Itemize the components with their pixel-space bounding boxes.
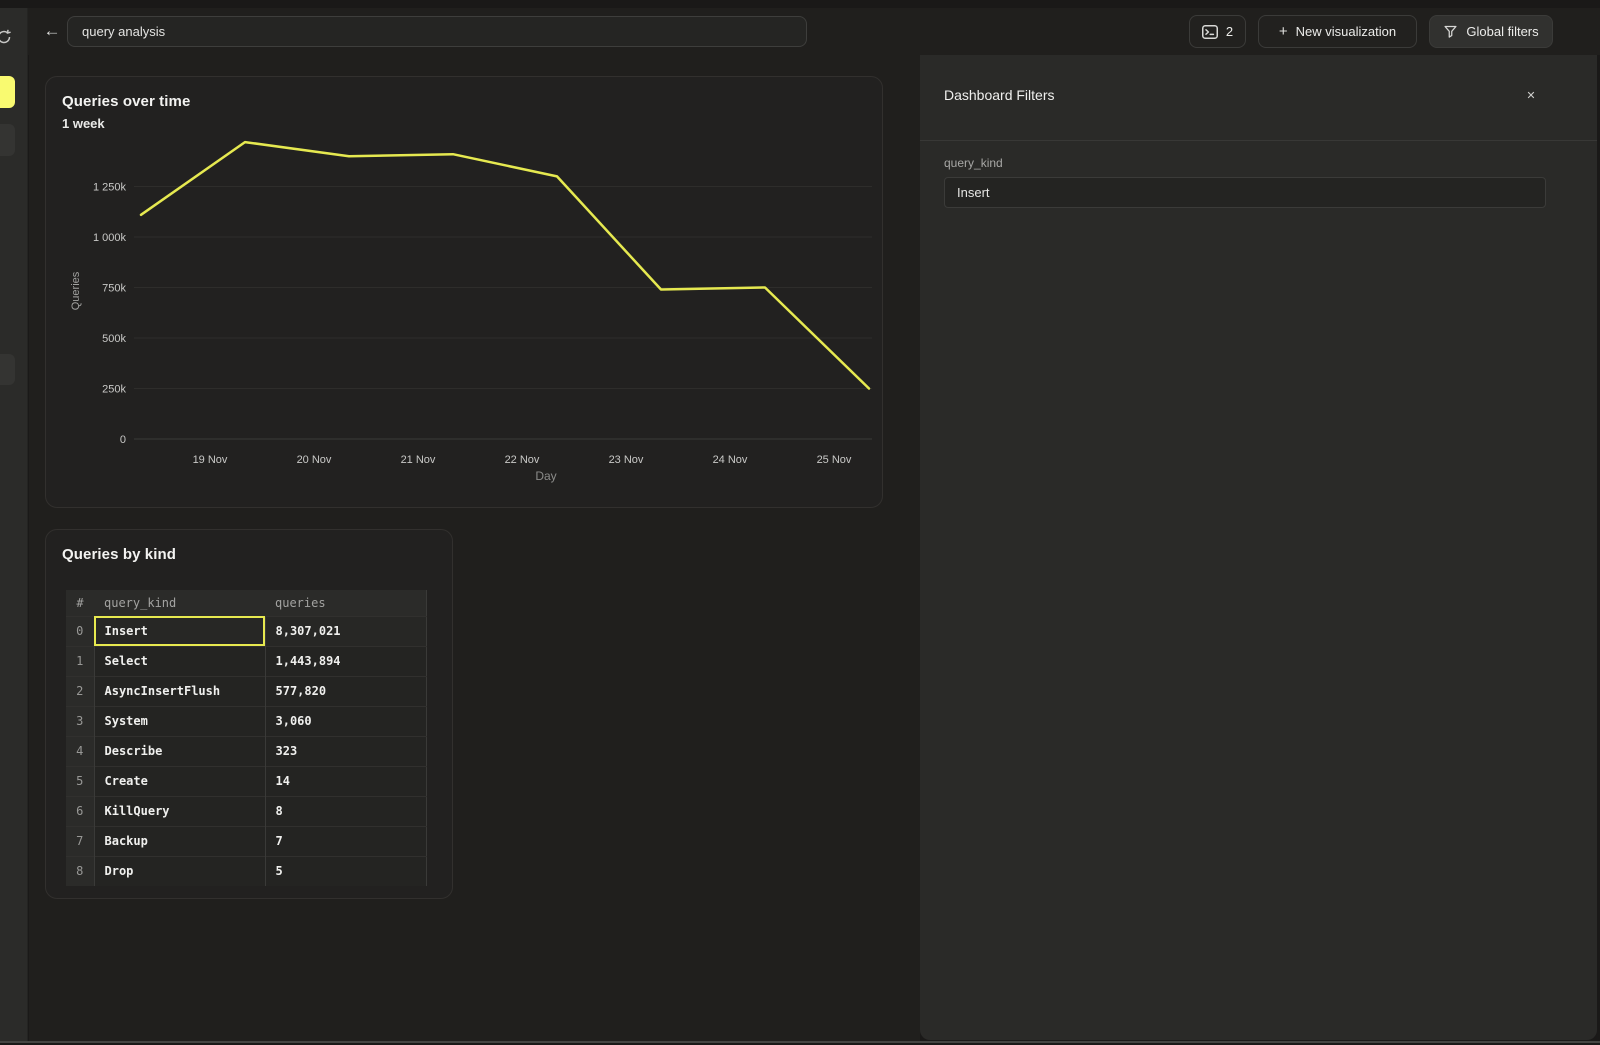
x-tick-label: 23 Nov — [609, 454, 644, 466]
x-axis-title: Day — [535, 469, 556, 483]
queries-cell[interactable]: 8 — [265, 796, 426, 826]
queries-cell[interactable]: 577,820 — [265, 676, 426, 706]
queries-cell[interactable]: 7 — [265, 826, 426, 856]
queries-cell[interactable]: 5 — [265, 856, 426, 886]
chart-subtitle: 1 week — [62, 116, 105, 131]
global-filters-button[interactable]: Global filters — [1429, 15, 1553, 48]
table-row[interactable]: 5Create14 — [66, 766, 426, 796]
dashboard-filters-panel: Dashboard Filters ✕ query_kind — [920, 55, 1597, 1040]
y-tick-label: 750k — [102, 283, 126, 295]
sidebar-item[interactable] — [0, 124, 15, 156]
chart-title: Queries over time — [62, 93, 190, 110]
sidebar-item-active[interactable] — [0, 76, 15, 108]
row-index-cell: 0 — [66, 616, 94, 646]
row-index-cell: 4 — [66, 736, 94, 766]
column-header-index[interactable]: # — [66, 590, 94, 616]
dashboard-canvas: 0250k500k750k1 000k1 250k19 Nov20 Nov21 … — [29, 55, 920, 1041]
dashboard-title-input[interactable] — [67, 16, 807, 47]
x-tick-label: 24 Nov — [713, 454, 748, 466]
x-tick-label: 20 Nov — [297, 454, 332, 466]
query-kind-filter-input[interactable] — [944, 177, 1546, 208]
query-kind-cell[interactable]: Create — [94, 766, 265, 796]
query-kind-cell[interactable]: Insert — [94, 616, 265, 646]
back-arrow-icon[interactable]: ← — [38, 16, 66, 46]
column-header-queries[interactable]: queries — [265, 590, 426, 616]
y-tick-label: 1 000k — [93, 232, 127, 244]
table-row[interactable]: 0Insert8,307,021 — [66, 616, 426, 646]
query-kind-cell[interactable]: Backup — [94, 826, 265, 856]
row-index-cell: 5 — [66, 766, 94, 796]
row-index-cell: 3 — [66, 706, 94, 736]
window-bottom-edge — [0, 1041, 1600, 1043]
table-row[interactable]: 2AsyncInsertFlush577,820 — [66, 676, 426, 706]
table-row[interactable]: 4Describe323 — [66, 736, 426, 766]
table-row[interactable]: 6KillQuery8 — [66, 796, 426, 826]
x-tick-label: 25 Nov — [817, 454, 852, 466]
close-icon[interactable]: ✕ — [1521, 85, 1541, 105]
history-icon[interactable] — [0, 28, 13, 51]
queries-cell[interactable]: 8,307,021 — [265, 616, 426, 646]
plus-icon: + — [1279, 23, 1288, 40]
queries-by-kind-table: # query_kind queries 0Insert8,307,0211Se… — [66, 590, 427, 886]
mini-sidebar — [0, 8, 28, 1041]
console-window-icon — [1202, 25, 1218, 39]
new-visualization-button[interactable]: + New visualization — [1258, 15, 1417, 48]
query-kind-cell[interactable]: Describe — [94, 736, 265, 766]
queries-by-kind-card: Queries by kind # query_kind queries 0In… — [45, 529, 453, 899]
y-axis-title: Queries — [70, 271, 82, 310]
y-tick-label: 500k — [102, 333, 126, 345]
queries-over-time-chart[interactable]: 0 250k 500k 750k 1 000k 1 250k 19 Nov 20 Nov 21 … — [46, 77, 884, 509]
table-title: Queries by kind — [62, 546, 176, 563]
query-kind-cell[interactable]: System — [94, 706, 265, 736]
query-kind-cell[interactable]: AsyncInsertFlush — [94, 676, 265, 706]
row-index-cell: 8 — [66, 856, 94, 886]
global-filters-label: Global filters — [1466, 24, 1538, 39]
query-kind-cell[interactable]: Drop — [94, 856, 265, 886]
new-visualization-label: New visualization — [1296, 24, 1396, 39]
queries-over-time-card: 0 250k 500k 750k 1 000k 1 250k 19 Nov 20 Nov 21 … — [45, 76, 883, 508]
query-kind-cell[interactable]: KillQuery — [94, 796, 265, 826]
y-tick-label: 250k — [102, 384, 126, 396]
row-index-cell: 1 — [66, 646, 94, 676]
table-row[interactable]: 3System3,060 — [66, 706, 426, 736]
filter-field-label: query_kind — [944, 156, 1003, 170]
queries-cell[interactable]: 323 — [265, 736, 426, 766]
top-bar: ← 2 + New visualization Global filters — [28, 8, 1600, 55]
table-header-row: # query_kind queries — [66, 590, 426, 616]
x-tick-label: 22 Nov — [505, 454, 540, 466]
table-row[interactable]: 8Drop5 — [66, 856, 426, 886]
y-tick-label: 0 — [120, 434, 126, 446]
table-row[interactable]: 1Select1,443,894 — [66, 646, 426, 676]
console-count: 2 — [1226, 24, 1233, 39]
table-row[interactable]: 7Backup7 — [66, 826, 426, 856]
funnel-icon — [1443, 24, 1458, 39]
x-tick-label: 21 Nov — [401, 454, 436, 466]
row-index-cell: 6 — [66, 796, 94, 826]
row-index-cell: 7 — [66, 826, 94, 856]
queries-cell[interactable]: 14 — [265, 766, 426, 796]
column-header-query-kind[interactable]: query_kind — [94, 590, 265, 616]
sidebar-item[interactable] — [0, 354, 15, 385]
query-kind-cell[interactable]: Select — [94, 646, 265, 676]
panel-divider — [920, 140, 1597, 141]
queries-cell[interactable]: 1,443,894 — [265, 646, 426, 676]
queries-cell[interactable]: 3,060 — [265, 706, 426, 736]
y-tick-label: 1 250k — [93, 182, 127, 194]
panel-title: Dashboard Filters — [944, 87, 1055, 103]
sql-console-count-button[interactable]: 2 — [1189, 15, 1246, 48]
row-index-cell: 2 — [66, 676, 94, 706]
x-tick-label: 19 Nov — [193, 454, 228, 466]
queries-series-line — [141, 142, 869, 388]
